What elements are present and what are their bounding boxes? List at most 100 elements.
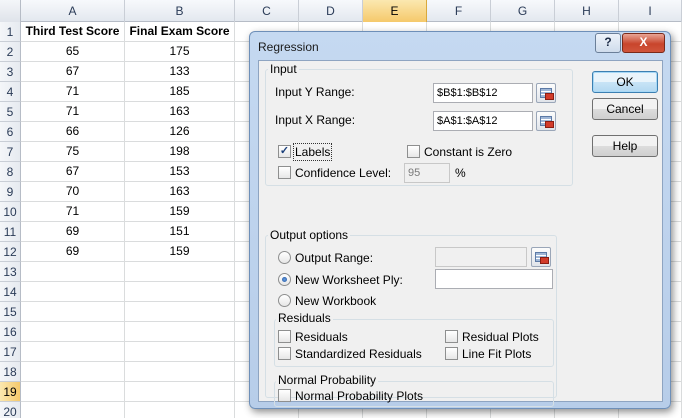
data-cell[interactable]: 66 <box>21 122 125 142</box>
data-cell[interactable]: 153 <box>125 162 235 182</box>
input-y-collapse-button[interactable] <box>536 83 556 103</box>
data-cell[interactable]: 175 <box>125 42 235 62</box>
output-range-radio[interactable] <box>278 251 291 264</box>
title-help-button[interactable]: ? <box>595 33 621 53</box>
data-cell[interactable]: 75 <box>21 142 125 162</box>
row-header[interactable]: 8 <box>0 162 21 182</box>
row-header[interactable]: 15 <box>0 302 21 322</box>
data-cell[interactable]: 151 <box>125 222 235 242</box>
column-header-d[interactable]: D <box>299 0 363 22</box>
data-cell[interactable]: 126 <box>125 122 235 142</box>
data-cell[interactable]: 159 <box>125 242 235 262</box>
data-cell[interactable]: 163 <box>125 102 235 122</box>
data-cell[interactable]: 65 <box>21 42 125 62</box>
row-header[interactable]: 14 <box>0 282 21 302</box>
data-cell[interactable]: 67 <box>21 162 125 182</box>
residuals-checkbox[interactable] <box>278 330 291 343</box>
residual-plots-checkbox[interactable] <box>445 330 458 343</box>
cell[interactable] <box>125 322 235 342</box>
column-header-i[interactable]: I <box>619 0 682 22</box>
row-header[interactable]: 12 <box>0 242 21 262</box>
ok-button[interactable]: OK <box>592 71 658 93</box>
row-header[interactable]: 17 <box>0 342 21 362</box>
row-header[interactable]: 7 <box>0 142 21 162</box>
column-header-h[interactable]: H <box>555 0 619 22</box>
header-cell[interactable]: Third Test Score <box>21 22 125 42</box>
data-cell[interactable]: 70 <box>21 182 125 202</box>
header-cell[interactable]: Final Exam Score <box>125 22 235 42</box>
data-cell[interactable]: 67 <box>21 62 125 82</box>
help-button[interactable]: Help <box>592 135 658 157</box>
row-header[interactable]: 11 <box>0 222 21 242</box>
cell[interactable] <box>21 342 125 362</box>
input-x-range-field[interactable]: $A$1:$A$12 <box>433 111 533 131</box>
column-header-b[interactable]: B <box>125 0 235 22</box>
data-cell[interactable]: 69 <box>21 242 125 262</box>
cell[interactable] <box>21 302 125 322</box>
data-cell[interactable]: 69 <box>21 222 125 242</box>
data-cell[interactable]: 133 <box>125 62 235 82</box>
row-header[interactable]: 20 <box>0 402 21 418</box>
line-fit-plots-label: Line Fit Plots <box>462 347 532 361</box>
cell[interactable] <box>21 362 125 382</box>
new-worksheet-ply-field[interactable] <box>435 269 553 289</box>
row-header[interactable]: 13 <box>0 262 21 282</box>
row-header[interactable]: 10 <box>0 202 21 222</box>
cell[interactable] <box>125 342 235 362</box>
data-cell[interactable]: 71 <box>21 102 125 122</box>
column-header-f[interactable]: F <box>427 0 491 22</box>
cell[interactable] <box>21 262 125 282</box>
column-header-c[interactable]: C <box>235 0 299 22</box>
standardized-residuals-checkbox[interactable] <box>278 347 291 360</box>
row-header[interactable]: 6 <box>0 122 21 142</box>
close-button[interactable]: X <box>622 33 665 53</box>
cell[interactable] <box>125 362 235 382</box>
row-header[interactable]: 5 <box>0 102 21 122</box>
output-range-field[interactable] <box>435 247 527 267</box>
cell[interactable] <box>125 282 235 302</box>
column-header-a[interactable]: A <box>21 0 125 22</box>
output-range-label: Output Range: <box>295 251 374 265</box>
dialog-title: Regression <box>258 40 319 54</box>
data-cell[interactable]: 163 <box>125 182 235 202</box>
new-worksheet-ply-radio[interactable] <box>278 273 291 286</box>
confidence-level-field[interactable]: 95 <box>404 163 450 183</box>
data-cell[interactable]: 71 <box>21 202 125 222</box>
dialog-body: Input Input Y Range: $B$1:$B$12 Input X … <box>258 60 663 407</box>
normal-probability-plots-checkbox[interactable] <box>278 389 291 402</box>
select-all-corner[interactable] <box>0 0 21 22</box>
data-cell[interactable]: 185 <box>125 82 235 102</box>
cell[interactable] <box>21 402 125 418</box>
line-fit-plots-checkbox[interactable] <box>445 347 458 360</box>
data-cell[interactable]: 198 <box>125 142 235 162</box>
cell[interactable] <box>125 382 235 402</box>
cell[interactable] <box>125 302 235 322</box>
input-y-range-field[interactable]: $B$1:$B$12 <box>433 83 533 103</box>
output-options-label: Output options <box>268 228 351 242</box>
cell[interactable] <box>21 282 125 302</box>
data-cell[interactable]: 71 <box>21 82 125 102</box>
column-header-e[interactable]: E <box>363 0 427 22</box>
cell[interactable] <box>125 402 235 418</box>
constant-zero-checkbox[interactable] <box>407 145 420 158</box>
row-header[interactable]: 1 <box>0 22 21 42</box>
output-range-collapse-button[interactable] <box>531 247 551 267</box>
confidence-level-checkbox[interactable] <box>278 166 291 179</box>
row-header[interactable]: 16 <box>0 322 21 342</box>
confidence-level-label: Confidence Level: <box>295 166 392 180</box>
cell[interactable] <box>21 322 125 342</box>
row-header[interactable]: 4 <box>0 82 21 102</box>
data-cell[interactable]: 159 <box>125 202 235 222</box>
column-header-g[interactable]: G <box>491 0 555 22</box>
row-header[interactable]: 9 <box>0 182 21 202</box>
new-workbook-radio[interactable] <box>278 294 291 307</box>
input-x-collapse-button[interactable] <box>536 111 556 131</box>
row-header[interactable]: 18 <box>0 362 21 382</box>
row-header-active[interactable]: 19 <box>0 382 21 402</box>
cancel-button[interactable]: Cancel <box>592 98 658 120</box>
cell[interactable] <box>125 262 235 282</box>
row-header[interactable]: 3 <box>0 62 21 82</box>
row-header[interactable]: 2 <box>0 42 21 62</box>
labels-checkbox[interactable]: ✓ <box>278 145 291 158</box>
cell[interactable] <box>21 382 125 402</box>
